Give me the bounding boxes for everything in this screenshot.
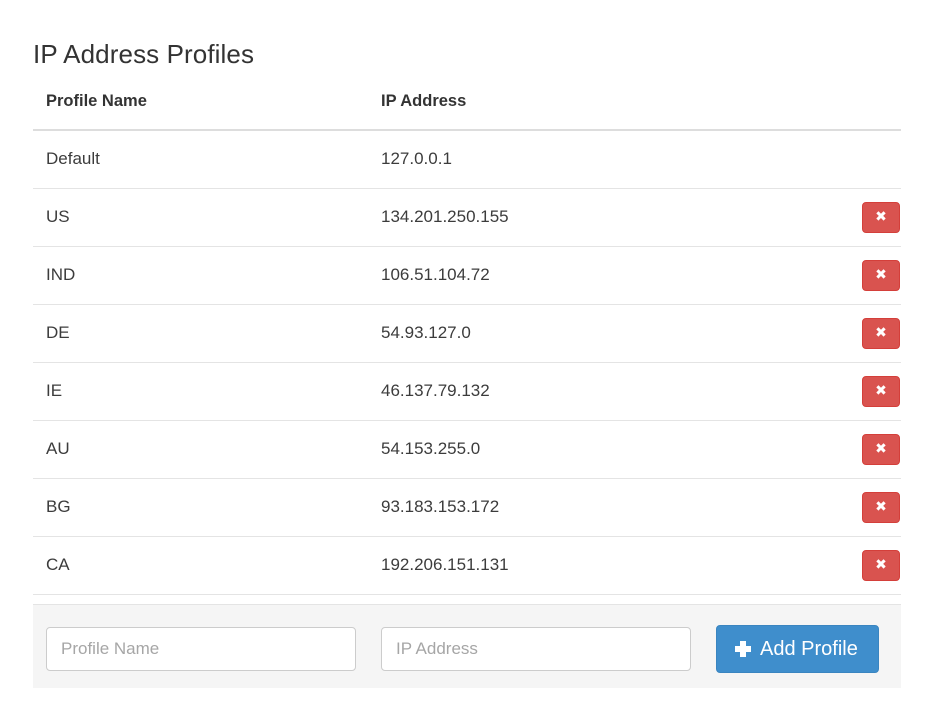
column-header-ip-address: IP Address [381,92,467,110]
close-x-icon: ✖ [875,440,887,457]
delete-profile-button[interactable]: ✖ [862,201,900,233]
add-profile-form: Add Profile [33,604,901,688]
delete-profile-button[interactable]: ✖ [862,491,900,523]
close-x-icon: ✖ [875,266,887,283]
close-x-icon: ✖ [875,208,887,225]
cell-profile-name: Default [46,149,100,169]
table-row: IE 46.137.79.132 ✖ [33,362,901,420]
table-row: AU 54.153.255.0 ✖ [33,420,901,478]
table-row: DE 54.93.127.0 ✖ [33,304,901,362]
cell-actions: ✖ [806,188,901,246]
table-header-row: Profile Name IP Address [33,92,901,130]
cell-actions [806,130,901,188]
table-row: US 134.201.250.155 ✖ [33,188,901,246]
delete-profile-button[interactable]: ✖ [862,433,900,465]
add-profile-button[interactable]: Add Profile [716,625,879,673]
close-x-icon: ✖ [875,382,887,399]
cell-ip-address: 106.51.104.72 [381,265,490,284]
profiles-table: Profile Name IP Address Default 127.0.0.1… [33,92,901,595]
cell-ip-address: 54.153.255.0 [381,439,481,458]
ip-address-profiles-page: IP Address Profiles Profile Name IP Addr… [0,0,936,723]
table-row: IND 106.51.104.72 ✖ [33,246,901,304]
cell-profile-name: IND [46,265,76,284]
cell-profile-name: IE [46,381,63,400]
cell-actions: ✖ [806,246,901,304]
delete-profile-button[interactable]: ✖ [862,317,900,349]
cell-ip-address: 46.137.79.132 [381,381,490,400]
table-body: Default 127.0.0.1 US 134.201.250.155 ✖ IND 106… [33,130,901,594]
column-header-profile-name: Profile Name [46,92,147,110]
page-title: IP Address Profiles [33,39,255,69]
cell-profile-name: CA [46,555,70,574]
close-x-icon: ✖ [875,324,887,341]
table-header: Profile Name IP Address [33,92,901,130]
column-header-actions [806,92,901,130]
profile-name-input[interactable] [46,627,356,671]
cell-actions: ✖ [806,304,901,362]
delete-profile-button[interactable]: ✖ [862,259,900,291]
table-row: CA 192.206.151.131 ✖ [33,536,901,594]
cell-ip-address: 93.183.153.172 [381,497,500,516]
add-profile-form-fields: Add Profile [46,625,879,673]
cell-actions: ✖ [806,478,901,536]
delete-profile-button[interactable]: ✖ [862,549,900,581]
cell-ip-address: 134.201.250.155 [381,207,509,226]
add-profile-button-label: Add Profile [760,638,858,660]
plus-icon [735,641,751,657]
close-x-icon: ✖ [875,498,887,515]
profiles-table-container: Profile Name IP Address Default 127.0.0.1… [33,92,901,595]
cell-profile-name: AU [46,439,70,458]
delete-profile-button[interactable]: ✖ [862,375,900,407]
cell-actions: ✖ [806,362,901,420]
cell-ip-address: 127.0.0.1 [381,149,452,169]
table-row: BG 93.183.153.172 ✖ [33,478,901,536]
cell-ip-address: 192.206.151.131 [381,555,509,574]
cell-profile-name: DE [46,323,70,342]
table-row: Default 127.0.0.1 [33,130,901,188]
cell-ip-address: 54.93.127.0 [381,323,471,342]
ip-address-input[interactable] [381,627,691,671]
cell-actions: ✖ [806,536,901,594]
cell-profile-name: US [46,207,70,226]
cell-actions: ✖ [806,420,901,478]
close-x-icon: ✖ [875,556,887,573]
cell-profile-name: BG [46,497,71,516]
